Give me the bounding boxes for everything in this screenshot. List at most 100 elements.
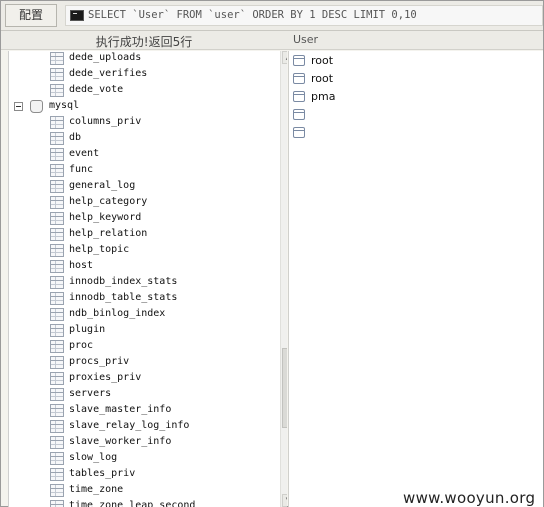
cell-icon: [293, 109, 305, 120]
tree-item-table[interactable]: proxies_priv: [9, 371, 274, 387]
tree-item-table[interactable]: tables_priv: [9, 467, 274, 483]
tree-item-database-mysql[interactable]: mysql: [9, 99, 274, 115]
sql-client-window: 配置 SELECT `User` FROM `user` ORDER BY 1 …: [0, 0, 544, 507]
tree-item-table[interactable]: host: [9, 259, 274, 275]
table-icon: [50, 260, 64, 273]
table-icon: [50, 404, 64, 417]
table-name: host: [69, 260, 94, 271]
cell-icon: [293, 55, 305, 66]
cell-icon: [293, 127, 305, 138]
tree-item-table[interactable]: dede_vote: [9, 83, 274, 99]
tree-scrollbar[interactable]: ▲ ▼: [280, 51, 287, 507]
config-button[interactable]: 配置: [5, 4, 57, 27]
cell-value: pma: [311, 90, 336, 103]
tree-item-table[interactable]: help_relation: [9, 227, 274, 243]
table-name: help_keyword: [69, 212, 142, 223]
table-name: slave_relay_log_info: [69, 420, 190, 431]
result-row[interactable]: pma: [289, 88, 543, 106]
console-icon: [70, 10, 84, 21]
tree-item-table[interactable]: help_category: [9, 195, 274, 211]
sql-query-box[interactable]: SELECT `User` FROM `user` ORDER BY 1 DES…: [65, 5, 543, 26]
tree-item-table[interactable]: procs_priv: [9, 355, 274, 371]
scroll-up-button[interactable]: ▲: [282, 51, 287, 64]
cell-icon: [293, 91, 305, 102]
tree-item-table[interactable]: innodb_table_stats: [9, 291, 274, 307]
tree-item-table[interactable]: plugin: [9, 323, 274, 339]
table-name: time_zone_leap_second: [69, 500, 196, 507]
table-name: dede_vote: [69, 84, 124, 95]
tree-item-table[interactable]: general_log: [9, 179, 274, 195]
table-icon: [50, 68, 64, 81]
cell-value: root: [311, 54, 334, 67]
table-icon: [50, 468, 64, 481]
table-icon: [50, 484, 64, 497]
database-icon: [30, 100, 43, 113]
tree-item-table[interactable]: dede_verifies: [9, 67, 274, 83]
sql-query-text: SELECT `User` FROM `user` ORDER BY 1 DES…: [88, 9, 417, 21]
table-icon: [50, 420, 64, 433]
table-name: func: [69, 164, 94, 175]
tree-item-table[interactable]: slave_worker_info: [9, 435, 274, 451]
result-header-row: 执行成功!返回5行 User: [1, 31, 543, 50]
tree-item-table[interactable]: event: [9, 147, 274, 163]
table-name: general_log: [69, 180, 136, 191]
tree-item-table[interactable]: func: [9, 163, 274, 179]
scroll-down-button[interactable]: ▼: [282, 494, 287, 507]
table-name: tables_priv: [69, 468, 136, 479]
table-icon: [50, 196, 64, 209]
tree-item-table[interactable]: dede_uploads: [9, 51, 274, 67]
tree-list: dede_uploads dede_verifies dede_votemysql c…: [9, 51, 274, 507]
tree-item-table[interactable]: servers: [9, 387, 274, 403]
tree-item-table[interactable]: time_zone: [9, 483, 274, 499]
tree-item-table[interactable]: slave_relay_log_info: [9, 419, 274, 435]
tree-item-table[interactable]: proc: [9, 339, 274, 355]
column-header-user[interactable]: User: [293, 33, 318, 46]
result-row[interactable]: [289, 106, 543, 124]
table-name: slave_worker_info: [69, 436, 172, 447]
table-icon: [50, 372, 64, 385]
scroll-thumb[interactable]: [282, 348, 287, 428]
result-row[interactable]: root: [289, 52, 543, 70]
table-name: dede_uploads: [69, 52, 142, 63]
table-icon: [50, 388, 64, 401]
table-icon: [50, 500, 64, 507]
result-row[interactable]: [289, 124, 543, 142]
table-name: innodb_table_stats: [69, 292, 178, 303]
table-name: help_relation: [69, 228, 148, 239]
collapse-icon[interactable]: [14, 102, 23, 111]
toolbar: 配置 SELECT `User` FROM `user` ORDER BY 1 …: [1, 1, 543, 31]
tree-item-table[interactable]: help_topic: [9, 243, 274, 259]
cell-value: root: [311, 72, 334, 85]
table-name: columns_priv: [69, 116, 142, 127]
table-icon: [50, 228, 64, 241]
table-icon: [50, 356, 64, 369]
table-icon: [50, 276, 64, 289]
table-name: event: [69, 148, 100, 159]
watermark: www.wooyun.org: [403, 489, 536, 507]
tree-item-table[interactable]: slave_master_info: [9, 403, 274, 419]
tree-item-table[interactable]: innodb_index_stats: [9, 275, 274, 291]
table-name: help_category: [69, 196, 148, 207]
tree-item-table[interactable]: time_zone_leap_second: [9, 499, 274, 507]
table-name: plugin: [69, 324, 106, 335]
table-name: servers: [69, 388, 112, 399]
table-name: help_topic: [69, 244, 130, 255]
table-icon: [50, 84, 64, 97]
table-icon: [50, 308, 64, 321]
table-name: slave_master_info: [69, 404, 172, 415]
table-icon: [50, 116, 64, 129]
table-name: innodb_index_stats: [69, 276, 178, 287]
tree-item-table[interactable]: slow_log: [9, 451, 274, 467]
table-icon: [50, 148, 64, 161]
tree-item-table[interactable]: db: [9, 131, 274, 147]
table-icon: [50, 292, 64, 305]
cell-icon: [293, 73, 305, 84]
table-name: db: [69, 132, 82, 143]
execution-status: 执行成功!返回5行: [95, 35, 193, 49]
table-name: dede_verifies: [69, 68, 148, 79]
tree-item-table[interactable]: help_keyword: [9, 211, 274, 227]
tree-item-table[interactable]: columns_priv: [9, 115, 274, 131]
table-icon: [50, 180, 64, 193]
result-row[interactable]: root: [289, 70, 543, 88]
tree-item-table[interactable]: ndb_binlog_index: [9, 307, 274, 323]
